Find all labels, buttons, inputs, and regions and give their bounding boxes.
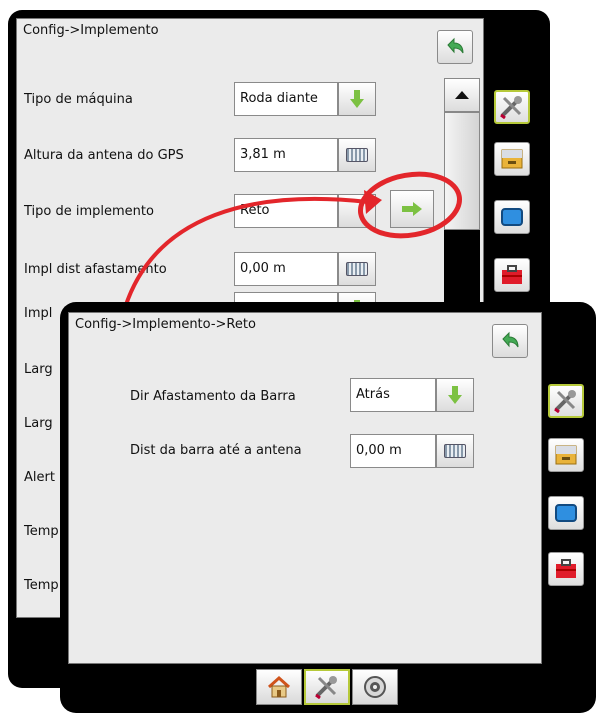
screen-icon bbox=[555, 504, 577, 522]
row-label-boom-offset-direction: Dir Afastamento da Barra bbox=[130, 389, 296, 404]
row-label-boom-antenna-distance: Dist da barra até a antena bbox=[130, 443, 302, 458]
storage-icon bbox=[555, 445, 577, 465]
front-sidebar-tools-button[interactable] bbox=[548, 384, 584, 418]
front-sidebar-storage-button[interactable] bbox=[548, 438, 584, 472]
front-screen-title: Config->Implemento->Reto bbox=[75, 317, 256, 332]
down-arrow-icon bbox=[448, 386, 462, 404]
home-icon bbox=[267, 675, 291, 698]
gauge-icon bbox=[364, 676, 386, 698]
home-tab[interactable] bbox=[256, 669, 302, 705]
boom-antenna-keyboard-button[interactable] bbox=[436, 434, 474, 468]
front-back-button[interactable] bbox=[492, 324, 528, 358]
tools-icon bbox=[554, 390, 576, 413]
annotation-arrow-head bbox=[364, 190, 382, 214]
boom-antenna-distance-field[interactable]: 0,00 m bbox=[350, 434, 436, 468]
boom-offset-direction-field[interactable]: Atrás bbox=[350, 378, 436, 412]
boom-offset-direction-dropdown-button[interactable] bbox=[436, 378, 474, 412]
front-sidebar-toolbox-button[interactable] bbox=[548, 552, 584, 586]
gauge-tab[interactable] bbox=[352, 669, 398, 705]
tools-tab[interactable] bbox=[304, 669, 350, 705]
tools-icon bbox=[315, 676, 337, 699]
front-sidebar-screen-button[interactable] bbox=[548, 496, 584, 530]
annotation-arrow-line bbox=[120, 196, 369, 319]
keyboard-icon bbox=[444, 444, 466, 458]
front-screen: Config->Implemento->Reto bbox=[68, 312, 542, 664]
toolbox-icon bbox=[556, 559, 576, 578]
back-arrow-icon bbox=[502, 331, 519, 348]
